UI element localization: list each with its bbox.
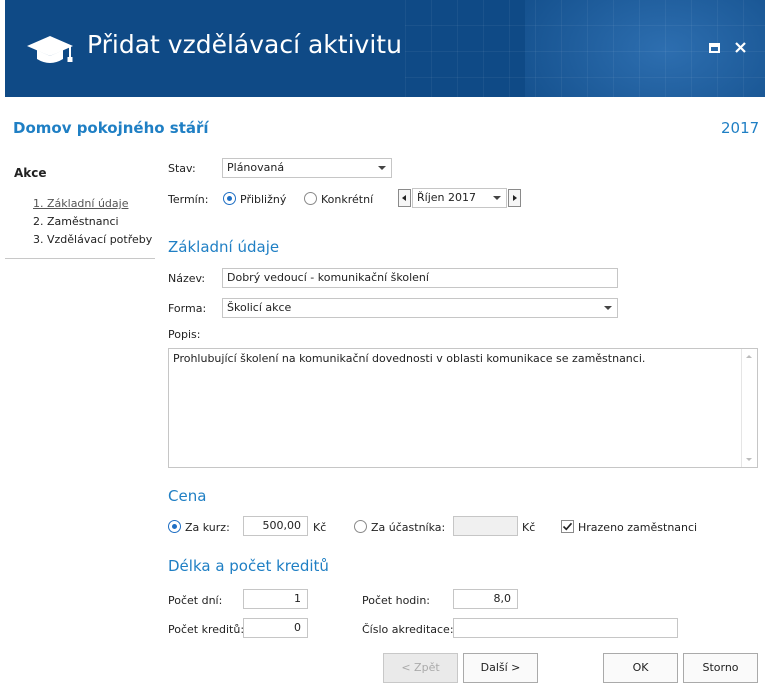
form-value: Školicí akce — [227, 301, 292, 314]
sidebar-divider — [5, 258, 155, 259]
term-approx-label: Přibližný — [240, 193, 287, 206]
status-label: Stav: — [168, 162, 196, 175]
organization-name: Domov pokojného stáří — [13, 119, 209, 137]
close-icon[interactable] — [733, 40, 749, 56]
sidebar-title: Akce — [14, 166, 47, 180]
term-exact-radio[interactable] — [304, 192, 317, 205]
ok-button[interactable]: OK — [603, 653, 678, 683]
sidebar-item-education-needs[interactable]: 3. Vzdělávací potřeby — [33, 233, 152, 246]
chevron-down-icon — [378, 166, 386, 170]
description-value: Prohlubující školení na komunikační dove… — [173, 352, 646, 365]
back-button[interactable]: < Zpět — [383, 653, 458, 683]
year-label: 2017 — [721, 119, 760, 137]
form-label: Forma: — [168, 302, 207, 315]
name-label: Název: — [168, 272, 206, 285]
scroll-down-icon — [746, 458, 752, 461]
sidebar-item-employees[interactable]: 2. Zaměstnanci — [33, 215, 119, 228]
term-approx-radio[interactable] — [223, 192, 236, 205]
paid-by-employees-label: Hrazeno zaměstnanci — [578, 521, 698, 534]
status-select[interactable]: Plánovaná — [222, 158, 392, 178]
month-prev-button[interactable] — [398, 189, 411, 207]
basic-info-heading: Základní údaje — [168, 238, 280, 256]
price-heading: Cena — [168, 487, 207, 505]
month-value: Říjen 2017 — [417, 191, 476, 204]
paid-by-employees-checkbox[interactable] — [561, 520, 574, 533]
price-per-participant-input[interactable] — [453, 516, 518, 536]
window-title: Přidat vzdělávací aktivitu — [87, 30, 402, 59]
length-credits-heading: Délka a počet kreditů — [168, 557, 329, 575]
chevron-down-icon — [493, 196, 501, 200]
scroll-up-icon — [746, 355, 752, 358]
term-label: Termín: — [168, 193, 209, 206]
chevron-down-icon — [604, 306, 612, 310]
accreditation-label: Číslo akreditace: — [362, 623, 454, 636]
price-per-course-input[interactable]: 500,00 — [243, 516, 308, 536]
maximize-icon[interactable] — [707, 40, 723, 56]
month-select[interactable]: Říjen 2017 — [412, 188, 507, 208]
next-button[interactable]: Další > — [463, 653, 538, 683]
arrow-right-icon — [513, 195, 517, 201]
price-per-participant-radio[interactable] — [354, 520, 367, 533]
name-input[interactable]: Dobrý vedoucí - komunikační školení — [222, 268, 618, 288]
checkmark-icon — [562, 522, 573, 531]
price-per-participant-label: Za účastníka: — [371, 521, 446, 534]
status-value: Plánovaná — [227, 161, 285, 174]
price-per-course-radio[interactable] — [168, 520, 181, 533]
hours-input[interactable]: 8,0 — [453, 589, 518, 609]
price-per-course-label: Za kurz: — [185, 521, 230, 534]
description-label: Popis: — [168, 328, 201, 341]
term-exact-label: Konkrétní — [321, 193, 374, 206]
description-scrollbar[interactable] — [741, 349, 757, 467]
description-textarea[interactable]: Prohlubující školení na komunikační dove… — [168, 348, 758, 468]
credits-input[interactable]: 0 — [243, 618, 308, 638]
days-input[interactable]: 1 — [243, 589, 308, 609]
sidebar-item-basic-info[interactable]: 1. Základní údaje — [33, 197, 128, 210]
graduation-cap-icon — [27, 36, 73, 63]
hours-label: Počet hodin: — [362, 594, 431, 607]
window-titlebar: Přidat vzdělávací aktivitu — [5, 0, 765, 97]
price-currency-label: Kč — [313, 521, 327, 534]
credits-label: Počet kreditů: — [168, 623, 245, 636]
accreditation-input[interactable] — [453, 618, 678, 638]
cancel-button[interactable]: Storno — [683, 653, 758, 683]
form-select[interactable]: Školicí akce — [222, 298, 618, 318]
arrow-left-icon — [402, 195, 406, 201]
price-participant-currency-label: Kč — [522, 521, 536, 534]
days-label: Počet dní: — [168, 594, 223, 607]
month-next-button[interactable] — [508, 189, 521, 207]
